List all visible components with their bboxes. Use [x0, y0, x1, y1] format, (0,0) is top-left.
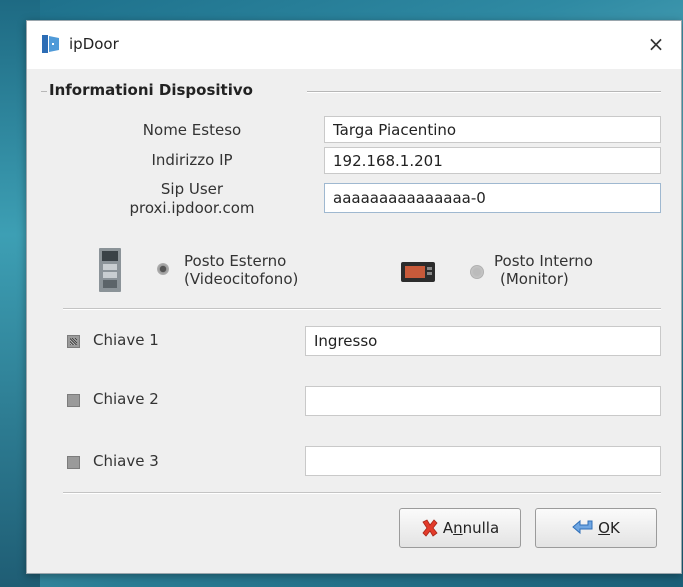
posto-esterno-radio[interactable] — [157, 263, 169, 275]
chiave-2-input[interactable] — [305, 386, 661, 416]
sip-user-label-line1: Sip User — [160, 180, 224, 198]
sip-user-label: Sip User proxi.ipdoor.com — [97, 180, 287, 218]
ok-label-post: K — [609, 519, 620, 537]
group-border — [307, 91, 661, 93]
ok-label-mnemonic: O — [598, 519, 610, 537]
ipdoor-app-icon — [42, 35, 59, 53]
posto-interno-label: Posto Interno (Monitor) — [494, 252, 593, 288]
chiave-2-label: Chiave 2 — [93, 390, 159, 408]
cancel-x-icon — [422, 519, 438, 537]
chiave-3-checkbox[interactable] — [67, 456, 80, 469]
sip-user-input[interactable] — [324, 183, 661, 213]
annulla-button[interactable]: An nulla — [399, 508, 521, 548]
separator-top — [63, 308, 661, 310]
chiave-3-label: Chiave 3 — [93, 452, 159, 470]
posto-interno-radio[interactable] — [470, 265, 484, 279]
annulla-label: An nulla — [443, 519, 499, 537]
monitor-icon — [401, 262, 435, 282]
separator-bottom — [63, 492, 661, 494]
posto-interno-line1: Posto Interno — [494, 252, 593, 270]
window-title: ipDoor — [69, 35, 119, 53]
annulla-label-pre: A — [442, 519, 454, 537]
group-border-left — [41, 91, 47, 92]
posto-esterno-label: Posto Esterno (Videocitofono) — [184, 252, 298, 288]
posto-esterno-line2: (Videocitofono) — [184, 270, 299, 288]
title-bar[interactable]: ipDoor × — [27, 21, 681, 69]
sip-user-label-line2: proxi.ipdoor.com — [129, 199, 255, 217]
enter-arrow-icon — [572, 519, 593, 535]
close-icon[interactable]: × — [643, 31, 669, 57]
nome-esteso-label: Nome Esteso — [142, 121, 242, 139]
nome-esteso-input[interactable] — [324, 116, 661, 143]
annulla-label-mnemonic: n — [453, 519, 463, 537]
doorbell-panel-icon — [99, 248, 121, 292]
chiave-1-input[interactable] — [305, 326, 661, 356]
ok-button[interactable]: OK — [535, 508, 657, 548]
posto-esterno-line1: Posto Esterno — [184, 252, 287, 270]
posto-interno-line2: (Monitor) — [500, 270, 569, 288]
indirizzo-ip-label: Indirizzo IP — [151, 151, 233, 169]
ipdoor-dialog: ipDoor × Informationi Dispositivo Nome E… — [26, 20, 682, 574]
chiave-1-checkbox[interactable] — [67, 335, 80, 348]
ok-label: OK — [598, 519, 620, 537]
chiave-2-checkbox[interactable] — [67, 394, 80, 407]
chiave-3-input[interactable] — [305, 446, 661, 476]
annulla-label-post: nulla — [462, 519, 500, 537]
indirizzo-ip-input[interactable] — [324, 147, 661, 174]
group-title: Informationi Dispositivo — [49, 81, 253, 99]
chiave-1-label: Chiave 1 — [93, 331, 159, 349]
